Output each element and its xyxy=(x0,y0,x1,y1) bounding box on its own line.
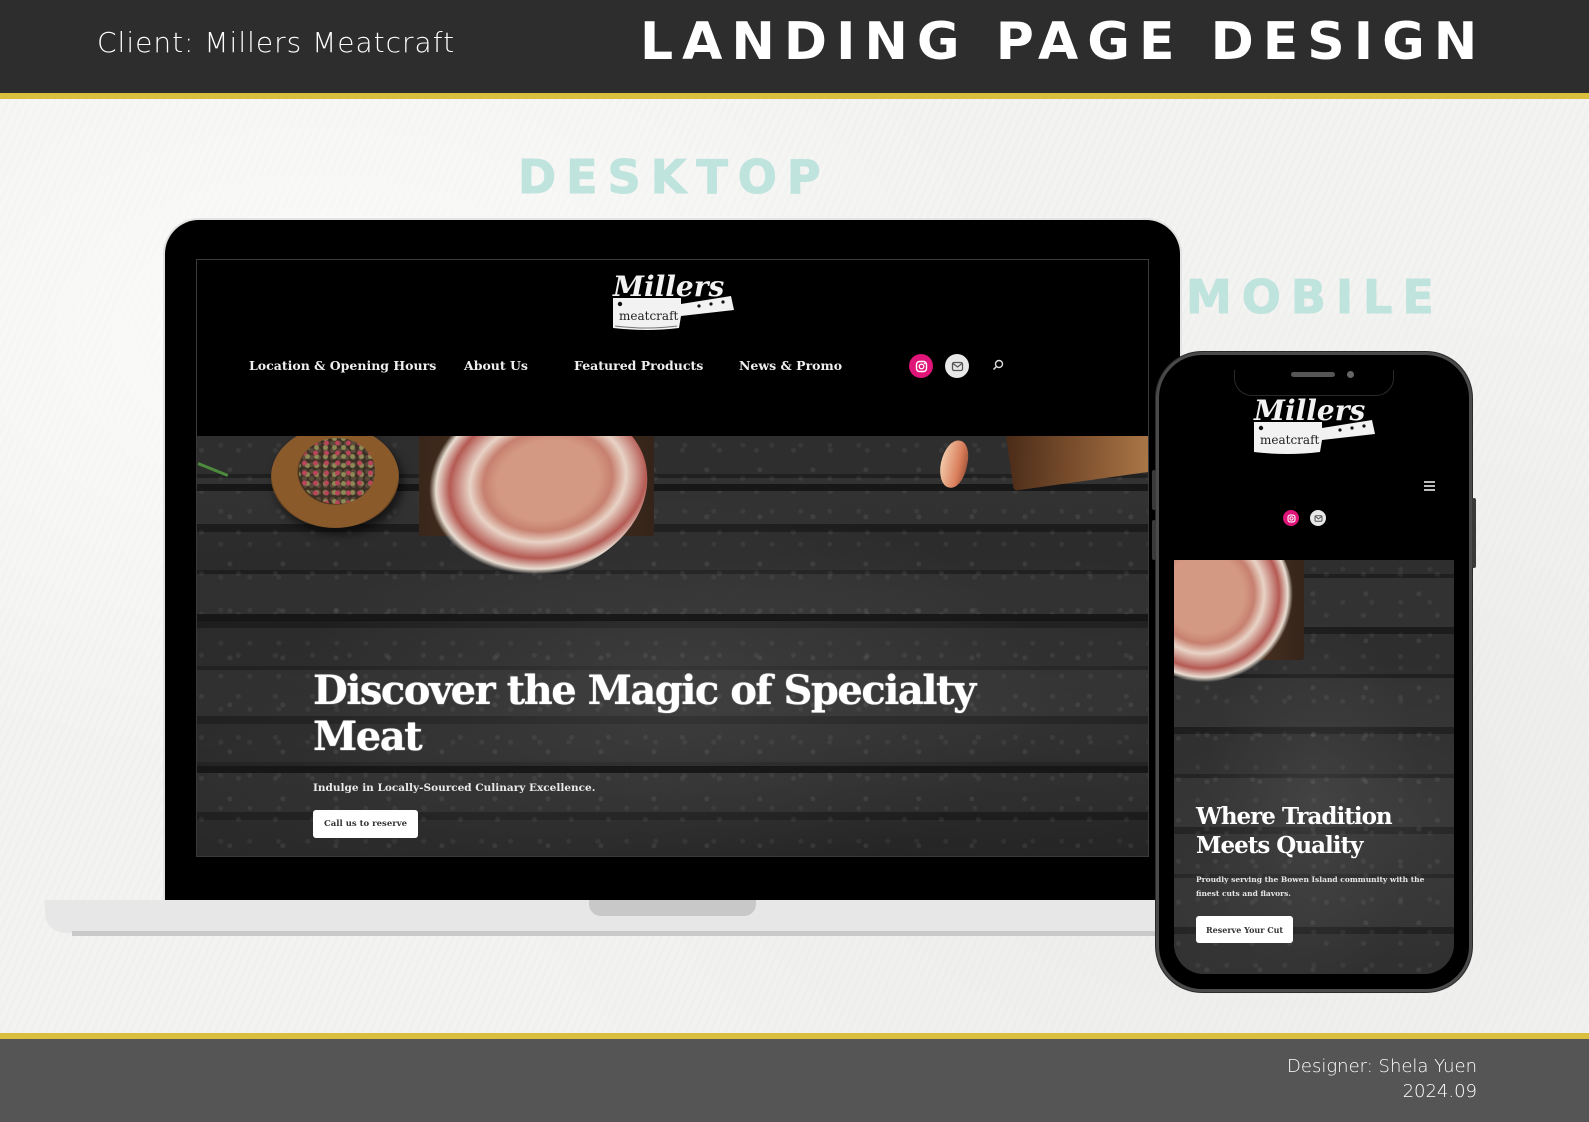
svg-text:meatcraft: meatcraft xyxy=(1260,433,1320,447)
mobile-website-screen: Millers meatcraft Where Tradition Meets … xyxy=(1174,370,1454,974)
mobile-hero-section: Where Tradition Meets Quality Proudly se… xyxy=(1174,560,1454,974)
desktop-section-label: DESKTOP xyxy=(518,150,831,205)
desktop-hero-subtitle: Indulge in Locally-Sourced Culinary Exce… xyxy=(313,782,596,794)
nav-location-hours[interactable]: Location & Opening Hours xyxy=(249,358,436,373)
page-title: LANDING PAGE DESIGN xyxy=(640,12,1487,72)
mobile-hero-subtitle: Proudly serving the Bowen Island communi… xyxy=(1196,875,1425,898)
desktop-logo[interactable]: Millers meatcraft xyxy=(607,268,737,334)
desktop-nav-bar: Location & Opening Hours About Us Featur… xyxy=(197,354,1148,382)
phone-side-button xyxy=(1152,470,1156,510)
phone-camera xyxy=(1347,371,1354,378)
mobile-logo[interactable]: Millers meatcraft xyxy=(1248,392,1378,458)
desktop-website-screen: Millers meatcraft Location & Opening Hou… xyxy=(196,259,1149,857)
desktop-hero-section: Discover the Magic of Specialty Meat Ind… xyxy=(197,436,1148,856)
email-icon[interactable] xyxy=(1310,510,1326,526)
nav-news-promo[interactable]: News & Promo xyxy=(739,358,842,373)
plank-seam xyxy=(197,614,1148,621)
laptop-base-shadow xyxy=(72,931,1167,936)
hamburger-menu-icon[interactable] xyxy=(1424,481,1435,491)
header-accent-rule xyxy=(0,93,1589,99)
svg-text:Millers: Millers xyxy=(612,270,724,303)
designer-name: Designer: Shela Yuen xyxy=(1287,1056,1477,1077)
search-icon[interactable] xyxy=(991,358,1007,374)
designer-credit: Designer: Shela Yuen 2024.09 xyxy=(1287,1054,1477,1104)
millers-cleaver-logo-icon: Millers meatcraft xyxy=(1253,394,1375,454)
phone-side-button xyxy=(1152,520,1156,560)
peppercorns-image xyxy=(299,438,375,504)
millers-cleaver-logo-icon: Millers meatcraft xyxy=(612,270,734,330)
design-date: 2024.09 xyxy=(1402,1081,1477,1102)
instagram-icon[interactable] xyxy=(1283,510,1299,526)
email-icon[interactable] xyxy=(945,354,969,378)
reserve-your-cut-button[interactable]: Reserve Your Cut xyxy=(1196,916,1294,943)
nav-about-us[interactable]: About Us xyxy=(464,358,528,373)
phone-speaker xyxy=(1291,372,1335,377)
nav-featured-products[interactable]: Featured Products xyxy=(574,358,703,373)
desktop-hero-title: Discover the Magic of Specialty Meat xyxy=(313,667,976,760)
laptop-trackpad-notch xyxy=(589,900,756,916)
mobile-hero-title: Where Tradition Meets Quality xyxy=(1196,803,1393,859)
call-to-reserve-button[interactable]: Call us to reserve xyxy=(313,810,419,838)
client-label: Client: Millers Meatcraft xyxy=(97,26,456,59)
mobile-section-label: MOBILE xyxy=(1186,270,1444,325)
instagram-icon[interactable] xyxy=(909,354,933,378)
svg-text:Millers: Millers xyxy=(1253,394,1365,427)
phone-power-button xyxy=(1472,498,1476,568)
svg-text:meatcraft: meatcraft xyxy=(619,309,679,323)
plank-seam xyxy=(197,766,1148,773)
